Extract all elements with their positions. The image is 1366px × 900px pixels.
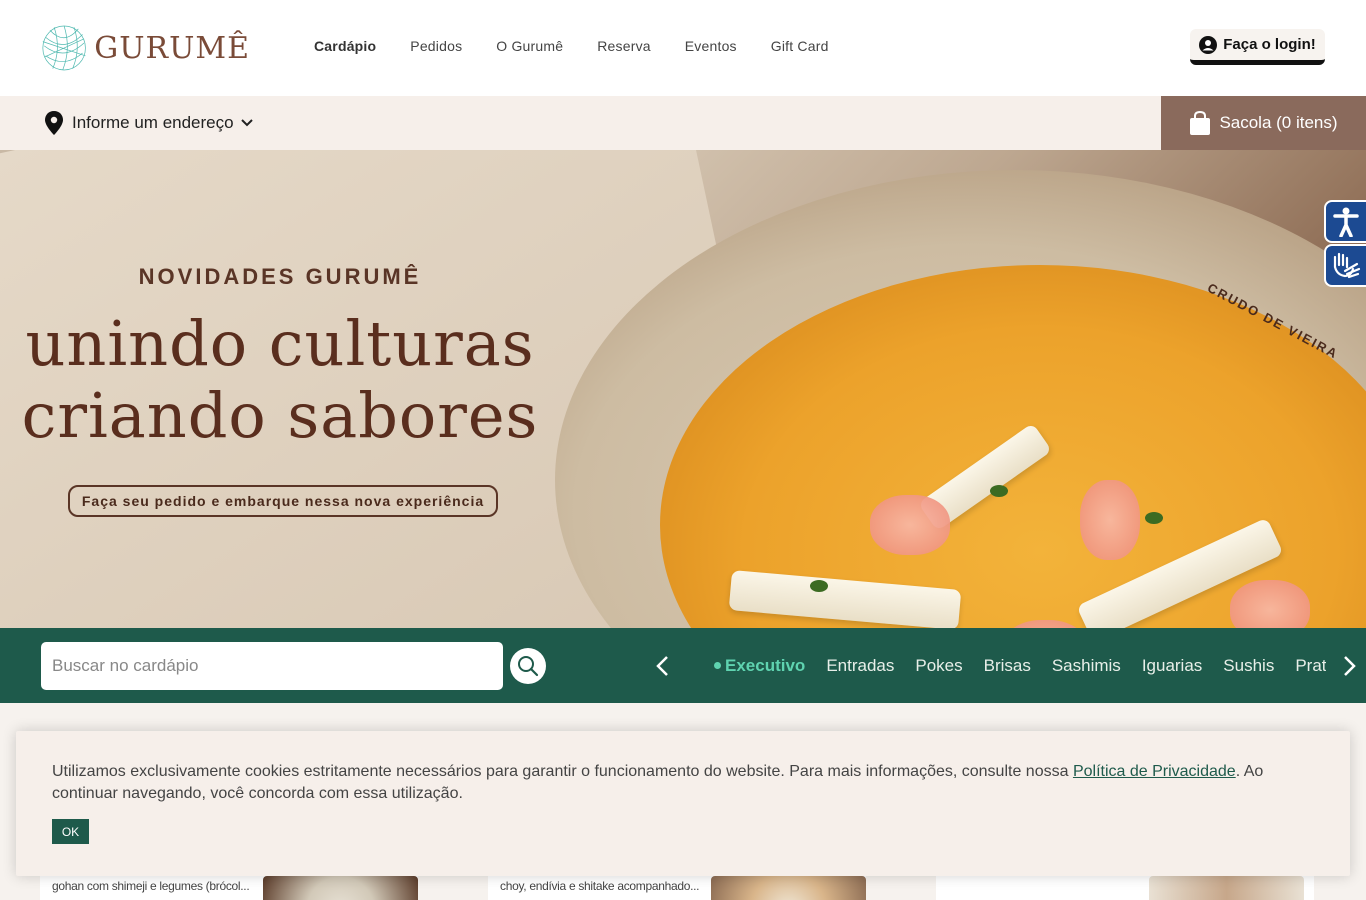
menu-search-input[interactable]: [41, 642, 503, 690]
tab-executivo[interactable]: Executivo: [714, 656, 805, 676]
tab-label: Executivo: [725, 655, 806, 675]
cookie-ok-button[interactable]: OK: [52, 819, 89, 844]
dish-sprout: [810, 580, 828, 592]
main-nav: Cardápio Pedidos O Gurumê Reserva Evento…: [314, 38, 863, 54]
brand-logo[interactable]: GURUMÊ: [40, 14, 250, 82]
nav-item-pedidos[interactable]: Pedidos: [410, 38, 462, 54]
accessibility-icon: [1333, 207, 1359, 237]
sign-language-button[interactable]: [1324, 244, 1366, 287]
nav-item-cardapio[interactable]: Cardápio: [314, 38, 376, 54]
menu-category-bar: Executivo Entradas Pokes Brisas Sashimis…: [0, 628, 1366, 703]
nav-item-o-gurume[interactable]: O Gurumê: [496, 38, 563, 54]
nav-item-reserva[interactable]: Reserva: [597, 38, 651, 54]
product-image: [263, 876, 418, 900]
tab-brisas[interactable]: Brisas: [984, 656, 1031, 676]
category-tabs: Executivo Entradas Pokes Brisas Sashimis…: [714, 628, 1326, 703]
map-pin-icon: [45, 111, 63, 135]
login-button[interactable]: Faça o login!: [1190, 29, 1325, 65]
chevron-left-icon[interactable]: [652, 654, 674, 678]
product-description: gohan com shimeji e legumes (brócol...: [52, 879, 250, 893]
accessibility-widget: [1324, 200, 1366, 288]
address-label: Informe um endereço: [72, 113, 234, 132]
search-button[interactable]: [510, 648, 546, 684]
tab-sushis[interactable]: Sushis: [1223, 656, 1274, 676]
search-icon: [518, 656, 539, 677]
login-label: Faça o login!: [1223, 36, 1316, 53]
hero-cta[interactable]: Faça seu pedido e embarque nessa nova ex…: [68, 485, 498, 517]
shopping-bag-icon: [1190, 111, 1211, 135]
accessibility-button[interactable]: [1324, 200, 1366, 243]
cookie-message: Utilizamos exclusivamente cookies estrit…: [52, 761, 1307, 805]
active-dot-icon: [714, 662, 721, 669]
tab-pokes[interactable]: Pokes: [915, 656, 962, 676]
cookie-text-1: Utilizamos exclusivamente cookies estrit…: [52, 763, 1073, 780]
product-image: [1149, 876, 1304, 900]
tab-iguarias[interactable]: Iguarias: [1142, 656, 1202, 676]
tab-pratos[interactable]: Pratos: [1295, 656, 1326, 676]
hero-title: unindo culturas criando sabores: [0, 308, 560, 452]
product-description: choy, endívia e shitake acompanhado...: [500, 879, 700, 893]
hero-title-line-2: criando sabores: [21, 379, 539, 452]
user-circle-icon: [1199, 35, 1218, 54]
chevron-down-icon: [240, 119, 253, 127]
brand-name: GURUMÊ: [94, 30, 250, 66]
bag-label: Sacola (0 itens): [1219, 113, 1338, 132]
shopping-bag-button[interactable]: Sacola (0 itens): [1161, 96, 1366, 150]
hero-title-line-1: unindo culturas: [25, 307, 535, 380]
dish-sprout: [990, 485, 1008, 497]
hero-kicker: NOVIDADES GURUMÊ: [138, 264, 422, 289]
product-image: [711, 876, 866, 900]
hero-banner[interactable]: NOVIDADES GURUMÊ unindo culturas criando…: [0, 150, 1366, 628]
tab-sashimis[interactable]: Sashimis: [1052, 656, 1121, 676]
address-selector[interactable]: Informe um endereço: [0, 96, 1161, 150]
sign-language-hands-icon: [1333, 252, 1361, 278]
privacy-policy-link[interactable]: Política de Privacidade: [1073, 763, 1236, 780]
dish-fish: [1230, 580, 1310, 628]
dish-fish: [1080, 480, 1140, 560]
logo-mark-icon: [42, 25, 86, 71]
chevron-right-icon[interactable]: [1338, 654, 1360, 678]
dish-fish: [870, 495, 950, 555]
site-header: GURUMÊ Cardápio Pedidos O Gurumê Reserva…: [0, 0, 1366, 96]
cookie-banner: Utilizamos exclusivamente cookies estrit…: [16, 731, 1350, 876]
nav-item-gift-card[interactable]: Gift Card: [771, 38, 829, 54]
dish-sprout: [1145, 512, 1163, 524]
nav-item-eventos[interactable]: Eventos: [685, 38, 737, 54]
tab-entradas[interactable]: Entradas: [826, 656, 894, 676]
